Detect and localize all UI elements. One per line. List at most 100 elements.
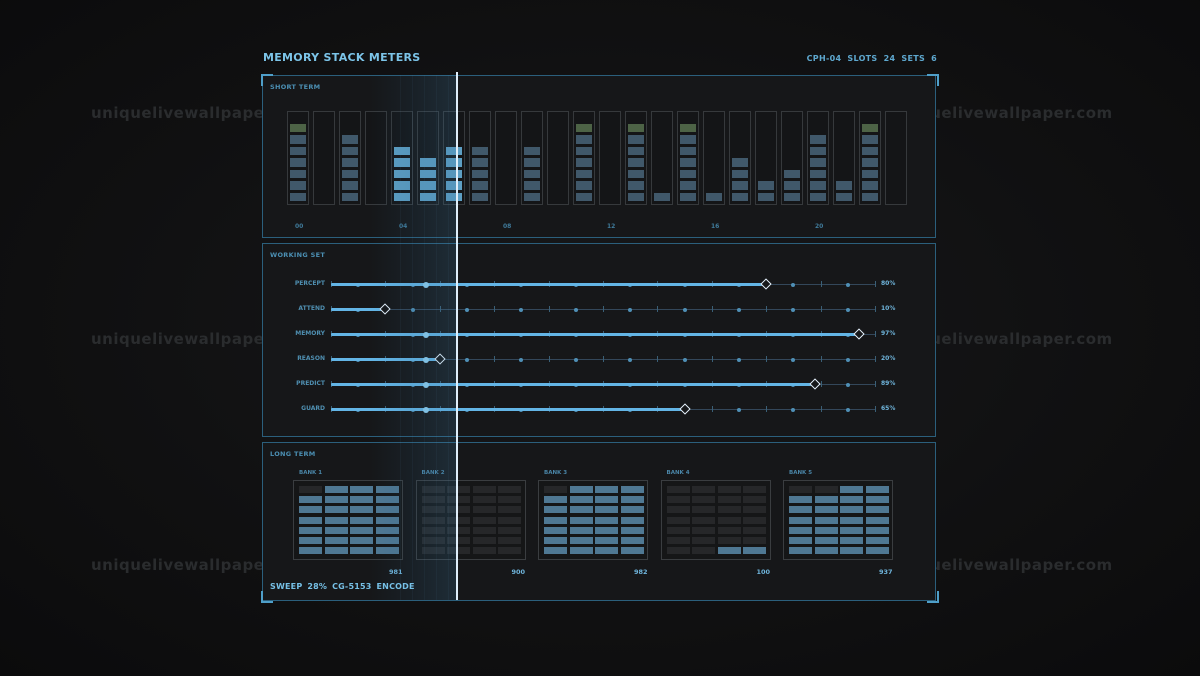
meter-segment bbox=[628, 135, 644, 144]
meter-slot bbox=[469, 111, 491, 205]
row-dot bbox=[519, 307, 524, 312]
meter-segment bbox=[862, 192, 878, 201]
meter-segment bbox=[290, 146, 306, 155]
axis-label: 20 bbox=[815, 223, 824, 230]
row-tick bbox=[875, 356, 876, 362]
bank-cell bbox=[789, 537, 812, 544]
meter-segment bbox=[290, 158, 306, 167]
corner-bracket bbox=[927, 591, 939, 603]
bank-cell bbox=[840, 547, 863, 555]
meter-segment bbox=[576, 169, 592, 178]
meter-segment bbox=[342, 158, 358, 167]
bank-value: 900 bbox=[511, 568, 526, 576]
bank-label: BANK 5 bbox=[789, 470, 813, 476]
meter-slot bbox=[495, 111, 517, 205]
meter-segment bbox=[342, 192, 358, 201]
row-tick bbox=[766, 306, 768, 312]
bank-cell bbox=[666, 537, 690, 544]
meter-segment bbox=[810, 192, 826, 201]
row-label: REASON bbox=[297, 355, 325, 362]
row-dot bbox=[791, 407, 796, 412]
long-term-label: LONG TERM bbox=[270, 450, 316, 458]
bank-cell bbox=[498, 516, 521, 524]
axis-label: 08 bbox=[503, 223, 512, 230]
row-dot bbox=[737, 357, 741, 362]
bank-cell bbox=[743, 506, 766, 514]
bank-label: BANK 1 bbox=[299, 470, 323, 476]
working-set-panel: WORKING SET PERCEPT 80% ATTEND 10% MEMORY 97%… bbox=[262, 243, 936, 437]
row-tick bbox=[875, 381, 876, 387]
row-dot bbox=[791, 357, 796, 362]
sweep-cursor[interactable] bbox=[456, 72, 458, 600]
bank-cell bbox=[569, 486, 593, 493]
memory-bank[interactable] bbox=[783, 480, 893, 560]
bank-cell bbox=[814, 506, 838, 514]
meter-segment bbox=[576, 146, 592, 155]
bank-cell bbox=[692, 506, 715, 514]
memory-bank[interactable] bbox=[660, 480, 771, 560]
bank-cell bbox=[717, 496, 741, 504]
bank-cell bbox=[544, 526, 567, 534]
row-tick bbox=[820, 356, 822, 362]
bank-cell bbox=[299, 496, 322, 504]
working-set-label: WORKING SET bbox=[270, 251, 326, 259]
bank-cell bbox=[717, 516, 741, 524]
bank-cell bbox=[544, 496, 567, 504]
bank-cell bbox=[595, 526, 618, 534]
row-value-marker[interactable] bbox=[809, 378, 821, 390]
meter-segment bbox=[576, 135, 592, 144]
bank-cell bbox=[743, 537, 766, 544]
bank-cell bbox=[498, 537, 521, 544]
bank-cell bbox=[472, 486, 496, 493]
bank-cell bbox=[743, 526, 766, 534]
row-tick bbox=[820, 306, 822, 312]
row-dot bbox=[845, 382, 850, 387]
bank-cell bbox=[299, 516, 322, 524]
bank-cell bbox=[666, 486, 690, 493]
bank-cell bbox=[692, 547, 715, 555]
meter-segment bbox=[290, 169, 306, 178]
bank-cell bbox=[595, 486, 618, 493]
bank-cell bbox=[717, 486, 741, 493]
row-value-marker[interactable] bbox=[678, 403, 691, 415]
row-dot bbox=[737, 307, 741, 312]
row-value-marker[interactable] bbox=[853, 328, 865, 340]
bank-cell bbox=[692, 526, 715, 534]
meter-segment bbox=[342, 169, 358, 178]
row-tick bbox=[657, 356, 659, 362]
bank-cell bbox=[569, 516, 593, 524]
row-label: PREDICT bbox=[296, 380, 325, 387]
bank-cell bbox=[324, 516, 348, 524]
row-dot bbox=[737, 407, 741, 412]
row-tick bbox=[603, 356, 604, 362]
bank-cell bbox=[324, 537, 348, 544]
row-dot bbox=[682, 357, 687, 362]
corner-bracket bbox=[927, 74, 939, 86]
row-label: PERCEPT bbox=[294, 280, 325, 287]
axis-label: 00 bbox=[295, 223, 304, 230]
corner-bracket bbox=[261, 591, 273, 603]
meter-segment bbox=[784, 192, 800, 201]
row-tick bbox=[657, 306, 659, 312]
row-tick bbox=[711, 306, 713, 312]
bank-cell bbox=[743, 516, 766, 524]
bank-label: BANK 3 bbox=[544, 470, 568, 476]
row-tick bbox=[820, 406, 822, 412]
row-value: 20% bbox=[881, 355, 896, 362]
row-value: 97% bbox=[881, 330, 896, 337]
meter-segment bbox=[472, 169, 488, 178]
bank-cell bbox=[544, 506, 567, 514]
meter-segment bbox=[524, 192, 540, 201]
meter-segment bbox=[810, 158, 826, 167]
meter-segment bbox=[680, 158, 696, 167]
meter-segment bbox=[706, 192, 722, 201]
meter-segment bbox=[732, 181, 748, 190]
axis-label: 12 bbox=[607, 223, 616, 230]
bank-cell bbox=[544, 537, 567, 544]
meter-segment bbox=[628, 192, 644, 201]
bank-value: 100 bbox=[756, 568, 771, 576]
memory-bank[interactable] bbox=[538, 480, 648, 560]
page-title: MEMORY STACK METERS bbox=[263, 51, 421, 64]
row-value-marker[interactable] bbox=[760, 278, 772, 290]
bank-cell bbox=[299, 506, 322, 514]
